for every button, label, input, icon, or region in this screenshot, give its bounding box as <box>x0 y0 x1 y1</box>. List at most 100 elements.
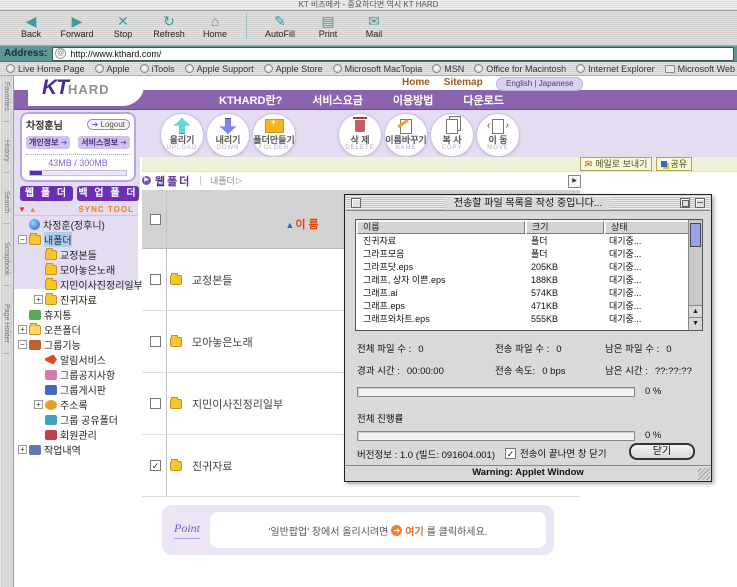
favorite-item[interactable]: Apple Store <box>264 64 323 74</box>
service-info-button[interactable]: 서비스정보 ➔ <box>78 136 130 149</box>
transfer-file-row[interactable]: 진귀자료 폴더 대기중... <box>356 234 702 247</box>
favorite-item[interactable]: Microsoft MacTopia <box>333 64 423 74</box>
browser-toolbar-button[interactable]: ▤ Print <box>305 13 351 39</box>
web-folder-button[interactable]: 웹 폴 더 <box>20 186 73 201</box>
tree-item[interactable]: 차정훈(정후니) <box>16 217 138 232</box>
column-header[interactable]: 이름 <box>357 221 525 234</box>
browser-toolbar-button[interactable]: ◀ Back <box>8 13 54 39</box>
nav-item[interactable]: 이용방법 <box>393 92 433 108</box>
close-button[interactable]: 닫기 <box>629 443 695 460</box>
address-input[interactable]: @ http://www.kthard.com/ <box>52 47 734 61</box>
row-checkbox[interactable]: ✓ <box>150 398 161 409</box>
side-tab[interactable]: Scrapbook <box>3 242 10 286</box>
tree-item[interactable]: − 그룹기능 <box>16 337 138 352</box>
personal-info-button[interactable]: 개인정보 ➔ <box>26 136 70 149</box>
tree-item[interactable]: 지민이사진정리일부 <box>16 277 138 292</box>
language-switch[interactable]: English | Japanese <box>496 77 583 91</box>
favorite-item[interactable]: Live Home Page <box>6 64 85 74</box>
sync-tool-label[interactable]: SYNC TOOL <box>78 205 134 214</box>
transfer-file-row[interactable]: 그래프.ai 574KB 대기중... <box>356 286 702 299</box>
nav-item[interactable]: 다운로드 <box>463 92 503 108</box>
favorite-item[interactable]: Office for Macintosh <box>474 64 566 74</box>
tree-expander[interactable]: + <box>34 295 43 304</box>
row-checkbox[interactable]: ✓ <box>150 274 161 285</box>
tree-expander[interactable]: + <box>18 325 27 334</box>
resize-grip[interactable] <box>698 468 710 480</box>
scroll-down-button[interactable]: ▼ <box>689 317 702 330</box>
tree-expander[interactable]: − <box>18 235 27 244</box>
kthard-logo[interactable]: KTHARD <box>28 76 144 108</box>
tree-item[interactable]: 휴지통 <box>16 307 138 322</box>
favorite-item[interactable]: Apple Support <box>185 64 254 74</box>
collapse-icon[interactable]: ▼ <box>18 205 26 214</box>
nav-item[interactable]: 서비스요금 <box>312 92 363 108</box>
tree-item[interactable]: 회원관리 <box>16 427 138 442</box>
share-button[interactable]: 공유 <box>656 157 692 171</box>
scrollbar[interactable]: ▲ ▼ <box>688 220 702 330</box>
close-when-done-option[interactable]: ✓ 전송이 끝나면 창 닫기 <box>505 446 607 460</box>
favorite-item[interactable]: MSN <box>432 64 464 74</box>
browser-toolbar-button[interactable]: ✎ AutoFill <box>246 13 305 39</box>
logout-button[interactable]: ➔ Logout <box>87 119 130 130</box>
tree-item[interactable]: + 작업내역 <box>16 442 138 457</box>
expand-icon[interactable]: ▲ <box>29 205 37 214</box>
browser-toolbar-button[interactable]: ⌂ Home <box>192 13 238 39</box>
row-checkbox[interactable]: ✓ <box>150 336 161 347</box>
backup-folder-button[interactable]: 백 업 폴 더 <box>77 186 139 201</box>
action-button[interactable]: 복 사 COPY <box>430 113 474 157</box>
tree-item[interactable]: 그룹 공유폴더 <box>16 412 138 427</box>
dialog-close-box[interactable] <box>351 198 361 208</box>
tree-item[interactable]: 알림서비스 <box>16 352 138 367</box>
side-tab[interactable]: Favorites <box>3 82 10 122</box>
send-mail-button[interactable]: ✉ 메일로 보내기 <box>580 157 653 171</box>
column-header[interactable]: 상태 <box>605 221 689 234</box>
transfer-file-row[interactable]: 그래프, 상자 이쁜.eps 188KB 대기중... <box>356 273 702 286</box>
tree-item[interactable]: 모아놓은노래 <box>16 262 138 277</box>
transfer-file-row[interactable]: 그라프모음 폴더 대기중... <box>356 247 702 260</box>
side-tab[interactable]: History <box>3 140 10 173</box>
action-button[interactable]: 이 동 MOVE <box>476 113 520 157</box>
browser-toolbar-button[interactable]: ▶ Forward <box>54 13 100 39</box>
action-button[interactable]: 폴더만들기 FOLDER <box>252 113 296 157</box>
tree-item[interactable]: − 내폴더 <box>16 232 138 247</box>
dialog-collapse-box[interactable] <box>695 198 705 208</box>
browser-toolbar-button[interactable]: ↻ Refresh <box>146 13 192 39</box>
side-tab[interactable]: Page Holder <box>3 304 10 354</box>
action-button[interactable]: 내리기 DOWN <box>206 113 250 157</box>
transfer-file-row[interactable]: 그라프닷.eps 205KB 대기중... <box>356 260 702 273</box>
tree-item[interactable]: + 오픈폴더 <box>16 322 138 337</box>
point-here-link[interactable]: 여기 <box>405 523 423 538</box>
transfer-file-row[interactable]: 그래프와차트.eps 555KB 대기중... <box>356 312 702 325</box>
favorite-item[interactable]: Apple <box>95 64 130 74</box>
tree-item[interactable]: + 진귀자료 <box>16 292 138 307</box>
nav-item[interactable]: KTHARD란? <box>219 92 282 108</box>
top-link[interactable]: Home <box>402 77 430 88</box>
breadcrumb-more-button[interactable]: ▶ <box>568 175 581 188</box>
favorite-item[interactable]: Microsoft Web Sites <box>665 64 737 74</box>
dialog-title-bar[interactable]: 전송할 파일 목록을 작성 중입니다... <box>346 196 710 211</box>
column-header[interactable]: 크기 <box>526 221 604 234</box>
action-button[interactable]: 삭 제 DELETE <box>338 113 382 157</box>
browser-toolbar-button[interactable]: ✕ Stop <box>100 13 146 39</box>
transfer-file-row[interactable]: 그래프.eps 471KB 대기중... <box>356 299 702 312</box>
close-when-done-checkbox[interactable]: ✓ <box>505 448 516 459</box>
browser-toolbar-button[interactable]: ✉ Mail <box>351 13 397 39</box>
tree-item[interactable]: 그룹게시판 <box>16 382 138 397</box>
tree-item[interactable]: 그룹공지사항 <box>16 367 138 382</box>
tree-item[interactable]: + 주소록 <box>16 397 138 412</box>
favorite-item[interactable]: Internet Explorer <box>576 64 655 74</box>
favorite-item[interactable]: iTools <box>140 64 175 74</box>
breadcrumb-root[interactable]: 웹폴더 <box>155 173 191 189</box>
top-link[interactable]: Sitemap <box>444 77 483 88</box>
tree-expander[interactable]: − <box>18 340 27 349</box>
tree-expander[interactable]: + <box>34 400 43 409</box>
action-button[interactable]: 올리기 UPLOAD <box>160 113 204 157</box>
select-all-checkbox[interactable] <box>150 214 161 225</box>
breadcrumb-current[interactable]: 내폴더 <box>210 174 235 187</box>
scrollbar-thumb[interactable] <box>690 223 701 247</box>
action-button[interactable]: 이름바꾸기 NAME <box>384 113 428 157</box>
tree-expander[interactable]: + <box>18 445 27 454</box>
dialog-zoom-box[interactable] <box>680 198 690 208</box>
side-tab[interactable]: Search <box>3 191 10 224</box>
row-checkbox[interactable]: ✓ <box>150 460 161 471</box>
